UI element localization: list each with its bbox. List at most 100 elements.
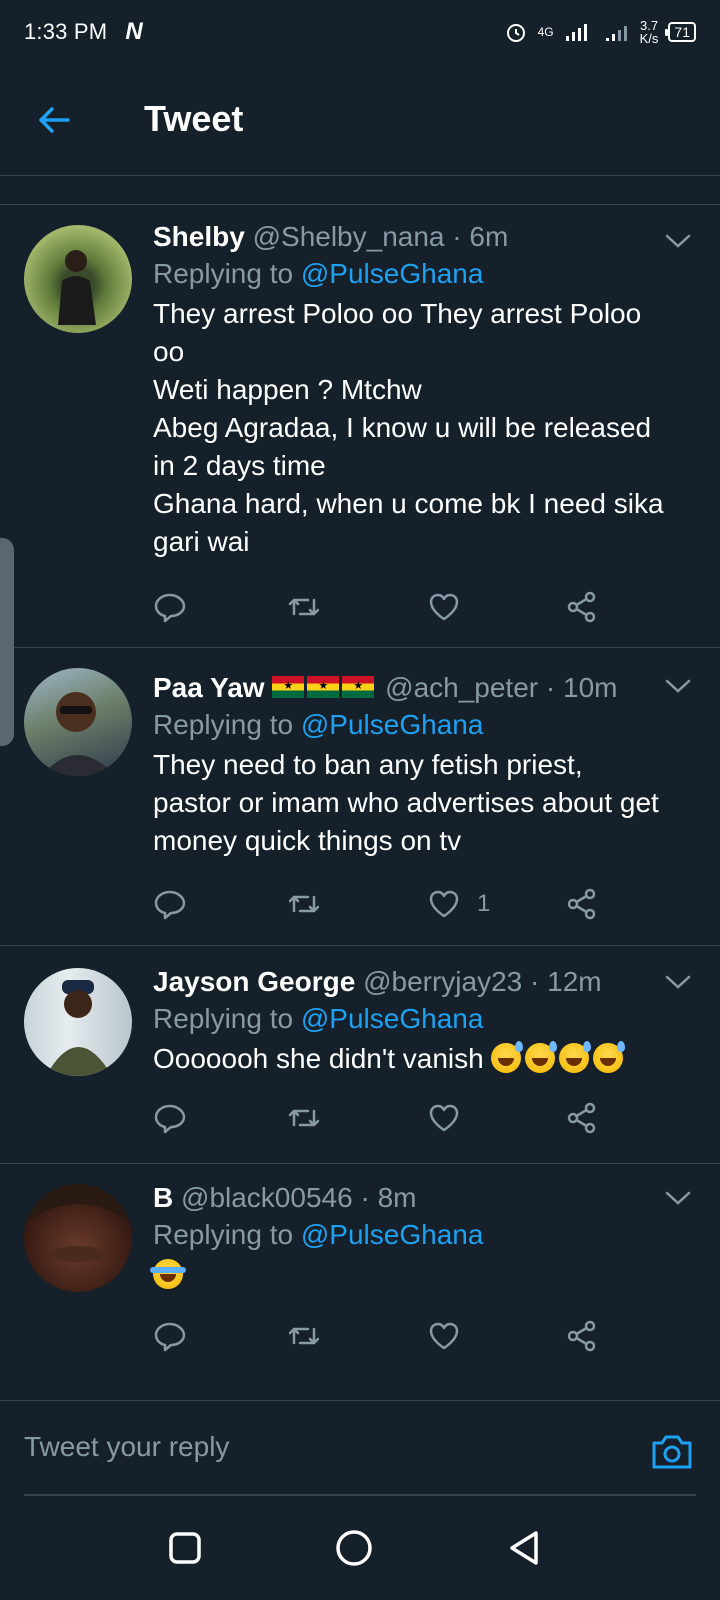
system-nav-bar: [0, 1496, 720, 1600]
tweet-actions: [153, 1316, 613, 1356]
like-button[interactable]: [427, 1316, 477, 1356]
tweet-text-line: Abeg Agradaa, I know u will be released: [153, 412, 652, 443]
home-icon[interactable]: [334, 1528, 374, 1568]
tweet-text: Ooooooh she didn't vanish: [153, 1040, 696, 1078]
heart-icon: [429, 593, 459, 621]
tweet-reply[interactable]: Jayson George @berryjay23 · 12m Replying…: [0, 946, 720, 1164]
reply-input[interactable]: Tweet your reply: [24, 1419, 624, 1475]
signal-2-icon: [605, 26, 627, 41]
user-handle[interactable]: @black00546: [181, 1182, 353, 1213]
avatar[interactable]: [24, 968, 132, 1076]
user-handle[interactable]: @berryjay23: [363, 966, 522, 997]
retweet-button[interactable]: [287, 587, 321, 627]
grinning-sweat-emoji: [491, 1041, 524, 1073]
share-button[interactable]: [565, 1316, 599, 1356]
reply-button[interactable]: [153, 884, 187, 924]
reply-icon: [154, 890, 186, 920]
like-count: 1: [477, 890, 491, 917]
heart-icon: [429, 890, 459, 918]
tweet-reply[interactable]: Shelby @Shelby_nana · 6m Replying to @Pu…: [0, 205, 720, 648]
like-button[interactable]: [427, 587, 477, 627]
grinning-sweat-emoji: [559, 1041, 592, 1073]
chevron-down-icon[interactable]: [664, 972, 692, 992]
avatar[interactable]: [24, 668, 132, 776]
mention-link[interactable]: @PulseGhana: [301, 258, 484, 289]
replying-to: Replying to @PulseGhana: [153, 255, 696, 293]
reply-button[interactable]: [153, 587, 187, 627]
back-icon[interactable]: [504, 1528, 544, 1568]
avatar[interactable]: [24, 1184, 132, 1292]
mention-link[interactable]: @PulseGhana: [301, 1003, 484, 1034]
share-button[interactable]: [565, 587, 599, 627]
chevron-down-icon[interactable]: [664, 676, 692, 696]
share-button[interactable]: [565, 884, 599, 924]
alarm-icon: [506, 24, 525, 42]
arrow-left-icon[interactable]: [34, 100, 74, 140]
chevron-down-icon[interactable]: [664, 1188, 692, 1208]
tweet-text-line: money quick things on tv: [153, 825, 462, 856]
retweet-icon: [288, 1327, 320, 1345]
avatar-person-silhouette: [42, 692, 116, 776]
tweet-text-line: in 2 days time: [153, 450, 326, 481]
tweet-actions: [153, 1098, 613, 1138]
user-handle[interactable]: @Shelby_nana: [253, 221, 445, 252]
tweet-reply[interactable]: B @black00546 · 8m Replying to @PulseGha…: [0, 1164, 720, 1400]
reply-button[interactable]: [153, 1098, 187, 1138]
status-time: 1:33 PM: [24, 19, 108, 44]
tweet-text-line: pastor or imam who advertises about get: [153, 787, 659, 818]
mention-link[interactable]: @PulseGhana: [301, 709, 484, 740]
tweet-text: They arrest Poloo oo They arrest Poloo o…: [153, 295, 696, 561]
tweet-body: Shelby @Shelby_nana · 6m Replying to @Pu…: [153, 219, 696, 561]
share-button[interactable]: [565, 1098, 599, 1138]
tweet-text-line: They need to ban any fetish priest,: [153, 749, 583, 780]
reply-button[interactable]: [153, 1316, 187, 1356]
tweet-time: 12m: [547, 966, 602, 997]
heart-icon: [429, 1322, 459, 1350]
tweet-actions: [153, 587, 613, 627]
ghana-flag-icon: [342, 676, 375, 698]
recent-apps-icon[interactable]: [165, 1528, 205, 1568]
tweet-time: 6m: [469, 221, 509, 252]
tweet-text-line: Ghana hard, when u come bk I need sika: [153, 488, 664, 519]
user-name[interactable]: Paa Yaw: [153, 672, 265, 703]
heart-icon: [429, 1104, 459, 1132]
replying-to: Replying to @PulseGhana: [153, 1216, 696, 1254]
tweet-text: They need to ban any fetish priest, past…: [153, 746, 696, 860]
retweet-button[interactable]: [287, 1098, 321, 1138]
user-name[interactable]: Shelby: [153, 221, 245, 252]
tweet-header: B @black00546 · 8m: [153, 1182, 417, 1213]
tweet-text-line: They arrest Poloo oo They arrest Poloo: [153, 298, 642, 329]
edge-panel-handle[interactable]: [0, 538, 14, 746]
like-button[interactable]: [427, 1098, 477, 1138]
ghana-flag-icon: [307, 676, 340, 698]
avatar[interactable]: [24, 225, 132, 333]
grinning-sweat-emoji: [525, 1041, 558, 1073]
reply-icon: [154, 1322, 186, 1352]
speed-unit: K/s: [639, 31, 659, 46]
ghana-flag-icon: [272, 676, 305, 698]
tweet-header: Paa Yaw @ach_peter · 10m: [153, 670, 696, 706]
tweet-reply[interactable]: Paa Yaw @ach_peter · 10m Replying to @Pu…: [0, 648, 720, 946]
retweet-icon: [288, 598, 320, 616]
tweet-text-line: gari wai: [153, 526, 250, 557]
retweet-button[interactable]: [287, 1316, 321, 1356]
avatar-person-silhouette: [58, 250, 96, 325]
user-name[interactable]: B: [153, 1182, 173, 1213]
avatar-person-silhouette: [46, 980, 112, 1076]
tweet-text-line: Ooooooh she didn't vanish: [153, 1043, 484, 1074]
chevron-down-icon[interactable]: [664, 231, 692, 251]
network-speed: 3.7 K/s: [640, 19, 659, 45]
tweet-body: B @black00546 · 8m Replying to @PulseGha…: [150, 1180, 696, 1294]
replying-label: Replying to: [153, 258, 294, 289]
tweet-header: Jayson George @berryjay23 · 12m: [153, 966, 602, 997]
mention-link[interactable]: @PulseGhana: [301, 1219, 484, 1250]
retweet-icon: [288, 895, 320, 913]
tweet-time: 8m: [377, 1182, 417, 1213]
retweet-button[interactable]: [287, 884, 321, 924]
network-type: 4G: [537, 25, 554, 39]
user-name[interactable]: Jayson George: [153, 966, 355, 997]
tweet-time: 10m: [563, 672, 618, 703]
camera-icon[interactable]: [650, 1431, 694, 1471]
user-handle[interactable]: @ach_peter: [385, 672, 538, 703]
like-button[interactable]: 1: [427, 884, 490, 924]
